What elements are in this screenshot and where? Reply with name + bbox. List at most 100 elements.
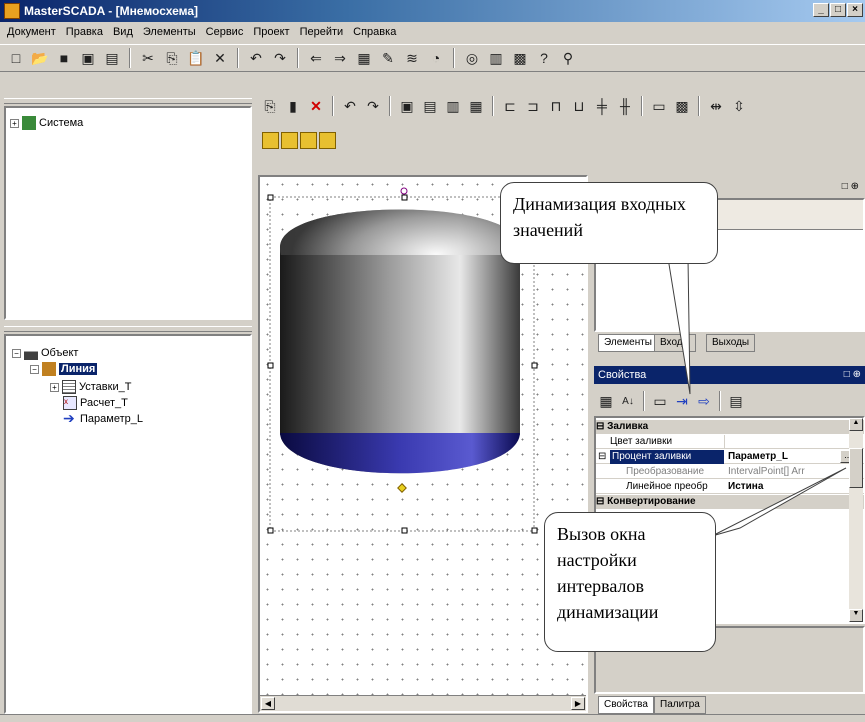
collapse-icon[interactable]: − [12, 348, 21, 358]
open-project-icon[interactable]: ▤ [102, 48, 122, 68]
pin-icon[interactable]: □ ⊕ [842, 181, 859, 192]
tab-palette[interactable]: Палитра [654, 696, 706, 714]
menu-service[interactable]: Сервис [201, 26, 249, 38]
layer-icon[interactable] [300, 132, 317, 149]
scroll-right-icon[interactable]: ▶ [571, 697, 585, 710]
tab-inputs[interactable]: Входы [654, 334, 696, 352]
align-left-icon[interactable]: ⊏ [500, 96, 520, 116]
properties-icon[interactable]: ▭ [650, 391, 670, 411]
pin-icon[interactable]: □ ⊕ [844, 366, 861, 384]
expand-icon[interactable]: + [10, 118, 19, 128]
scroll-left-icon[interactable]: ◀ [261, 697, 275, 710]
paste-icon[interactable]: ▮ [283, 96, 303, 116]
save-icon[interactable]: ■ [54, 48, 74, 68]
horizontal-scrollbar[interactable]: ◀ ▶ [260, 695, 586, 711]
minimize-button[interactable]: _ [813, 3, 829, 17]
expand-icon[interactable]: + [50, 382, 59, 392]
same-size-icon[interactable]: ▭ [649, 96, 669, 116]
collapse-icon[interactable]: ⊟ [598, 450, 606, 464]
context-help-icon[interactable]: ? [534, 48, 554, 68]
align-top-icon[interactable]: ⊓ [546, 96, 566, 116]
menu-goto[interactable]: Перейти [295, 26, 349, 38]
pane-grip[interactable] [4, 326, 252, 332]
center-v-icon[interactable]: ╫ [615, 96, 635, 116]
tab-outputs[interactable]: Выходы [706, 334, 756, 352]
save-all-icon[interactable]: ▣ [78, 48, 98, 68]
database-icon[interactable]: ▥ [486, 48, 506, 68]
open-folder-icon[interactable]: 📂 [30, 48, 50, 68]
group-label: Заливка [607, 421, 649, 432]
run-icon[interactable]: ◎ [462, 48, 482, 68]
property-group-convert[interactable]: ⊟ Конвертирование [596, 495, 864, 509]
layer-icon[interactable] [262, 132, 279, 149]
scroll-thumb[interactable] [849, 448, 863, 488]
menu-view[interactable]: Вид [108, 26, 138, 38]
menu-document[interactable]: Документ [2, 26, 61, 38]
tree-item-object[interactable]: − Объект [12, 346, 78, 360]
send-back-icon[interactable]: ▦ [466, 96, 486, 116]
space-h-icon[interactable]: ⇹ [706, 96, 726, 116]
sort-alpha-icon[interactable]: A↓ [618, 391, 638, 411]
property-pages-icon[interactable]: ▤ [726, 391, 746, 411]
pane-grip[interactable] [4, 98, 252, 104]
property-group-fill[interactable]: ⊟ Заливка [596, 420, 864, 434]
menu-elements[interactable]: Элементы [138, 26, 201, 38]
undo-icon[interactable]: ↶ [246, 48, 266, 68]
tree-item-line[interactable]: − Линия [30, 362, 98, 376]
bring-front-icon[interactable]: ▥ [443, 96, 463, 116]
menu-edit[interactable]: Правка [61, 26, 108, 38]
collapse-icon[interactable]: ⊟ [596, 496, 604, 507]
undo-icon[interactable]: ↶ [340, 96, 360, 116]
redo-icon[interactable]: ↷ [363, 96, 383, 116]
maximize-button[interactable]: □ [830, 3, 846, 17]
property-row-fill-percent[interactable]: ⊟ Процент заливки Параметр_L ... [596, 450, 864, 464]
delete-icon[interactable]: ✕ [306, 96, 326, 116]
align-right-icon[interactable]: ⊐ [523, 96, 543, 116]
tree-item-system[interactable]: + Система [10, 116, 83, 130]
center-h-icon[interactable]: ╪ [592, 96, 612, 116]
menu-help[interactable]: Справка [348, 26, 401, 38]
paste-icon[interactable]: 📋 [186, 48, 206, 68]
search-icon[interactable]: ⚲ [558, 48, 578, 68]
scroll-up-icon[interactable]: ▲ [849, 418, 863, 431]
dynamize-input-icon[interactable]: ⇥ [672, 391, 692, 411]
copy-icon[interactable]: ⎘ [260, 96, 280, 116]
copy-icon[interactable]: ⎘ [162, 48, 182, 68]
layer-icon[interactable] [281, 132, 298, 149]
align-bottom-icon[interactable]: ⊔ [569, 96, 589, 116]
properties-scrollbar[interactable]: ▲ ▼ [849, 418, 863, 622]
forward-icon[interactable]: ⇒ [330, 48, 350, 68]
space-v-icon[interactable]: ⇳ [729, 96, 749, 116]
trend-icon[interactable]: ≋ [402, 48, 422, 68]
grid-icon[interactable]: ▩ [672, 96, 692, 116]
report-icon[interactable]: ◔ [426, 48, 446, 68]
tree-item-setpoints[interactable]: + Уставки_Т [50, 380, 131, 394]
new-document-icon[interactable]: □ [6, 48, 26, 68]
cut-icon[interactable]: ✂ [138, 48, 158, 68]
window-icon[interactable]: ▦ [354, 48, 374, 68]
ungroup-icon[interactable]: ▤ [420, 96, 440, 116]
property-row-transform[interactable]: Преобразование IntervalPoint[] Arr [596, 465, 864, 479]
settings-icon[interactable]: ▩ [510, 48, 530, 68]
dynamize-output-icon[interactable]: ⇨ [694, 391, 714, 411]
tree-item-param[interactable]: ➔ Параметр_L [63, 411, 143, 426]
collapse-icon[interactable]: ⊟ [596, 421, 604, 432]
menu-project[interactable]: Проект [248, 26, 294, 38]
layer-icon[interactable] [319, 132, 336, 149]
tab-properties[interactable]: Свойства [598, 696, 654, 714]
property-value[interactable]: Истина [728, 480, 763, 494]
delete-icon[interactable]: ✕ [210, 48, 230, 68]
tab-elements[interactable]: Элементы [598, 334, 658, 352]
tree-item-calc[interactable]: x Расчет_Т [63, 396, 128, 410]
categorized-icon[interactable]: ▦ [596, 391, 616, 411]
scroll-down-icon[interactable]: ▼ [849, 609, 863, 622]
property-value[interactable]: Параметр_L [728, 450, 788, 464]
back-icon[interactable]: ⇐ [306, 48, 326, 68]
group-icon[interactable]: ▣ [397, 96, 417, 116]
brush-icon[interactable]: ✎ [378, 48, 398, 68]
property-row-fill-color[interactable]: Цвет заливки [596, 435, 864, 449]
property-row-linear[interactable]: Линейное преобр Истина [596, 480, 864, 494]
redo-icon[interactable]: ↷ [270, 48, 290, 68]
close-button[interactable]: × [847, 3, 863, 17]
collapse-icon[interactable]: − [30, 364, 39, 374]
